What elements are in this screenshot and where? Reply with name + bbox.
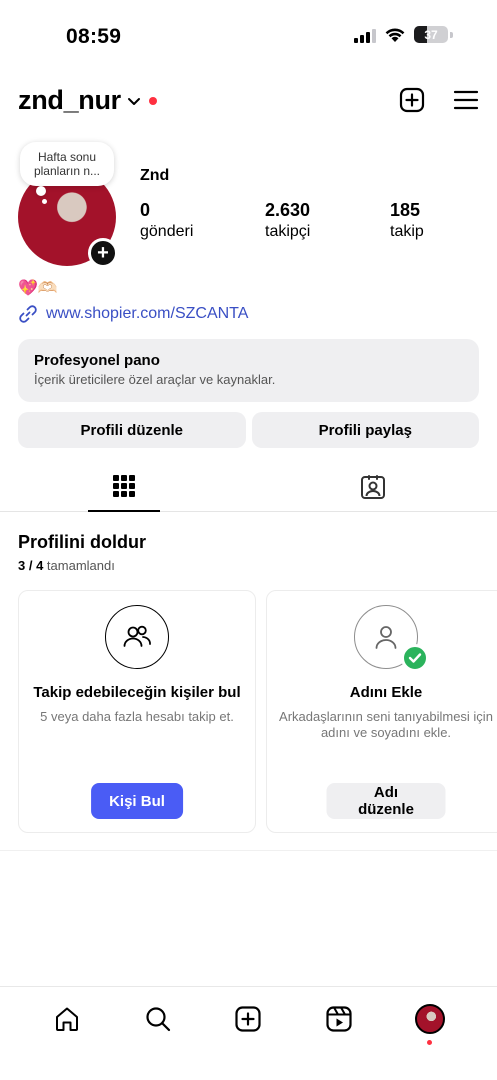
status-time: 08:59 <box>66 25 122 48</box>
bio-link-text[interactable]: www.shopier.com/SZCANTA <box>46 305 248 323</box>
tab-tagged[interactable] <box>249 470 497 511</box>
nav-notification-dot <box>427 1040 433 1045</box>
card-subtitle: 5 veya daha fazla hesabı takip et. <box>40 709 234 724</box>
stat-followers[interactable]: 2.630 takipçi <box>265 200 390 241</box>
chevron-down-icon[interactable] <box>127 97 141 107</box>
add-name-card: Adını Ekle Arkadaşlarının seni tanıyabil… <box>266 590 497 833</box>
battery-icon: 37 <box>414 26 448 43</box>
progress-count: 3 / 4 <box>18 558 44 573</box>
people-icon <box>123 625 151 647</box>
profile-actions: Profili düzenle Profili paylaş <box>18 412 479 448</box>
stat-label: takip <box>390 223 424 240</box>
profile-stats: 0 gönderi 2.630 takipçi 185 takip <box>140 200 497 241</box>
card-title: Adını Ekle <box>349 684 423 701</box>
content-tabs <box>0 470 497 512</box>
progress-label: tamamlandı <box>46 558 115 573</box>
find-people-button[interactable]: Kişi Bul <box>91 783 183 819</box>
card-icon-circle <box>105 605 169 669</box>
menu-icon[interactable] <box>453 89 479 111</box>
nav-home[interactable] <box>49 1001 85 1037</box>
add-story-icon[interactable]: + <box>88 238 118 268</box>
section-divider <box>0 850 497 851</box>
header-actions <box>399 87 479 113</box>
nav-search[interactable] <box>140 1001 176 1037</box>
link-icon <box>19 305 37 323</box>
bio-emoji: 💖🫶🏻 <box>18 280 58 297</box>
status-icons: 37 <box>354 26 453 43</box>
stat-posts[interactable]: 0 gönderi <box>140 200 265 241</box>
full-name: Znd <box>140 167 170 184</box>
create-icon <box>235 1006 262 1032</box>
card-title: Takip edebileceğin kişiler bul <box>33 684 241 701</box>
reels-icon <box>326 1006 352 1032</box>
battery-level: 37 <box>424 27 438 42</box>
battery-cap <box>450 31 453 38</box>
pro-panel-subtitle: İçerik üreticilere özel araçlar ve kayna… <box>34 372 276 387</box>
professional-dashboard[interactable]: Profesyonel pano İçerik üreticilere özel… <box>18 339 479 402</box>
username[interactable]: znd_nur <box>18 85 121 116</box>
edit-name-button[interactable]: Adı düzenle <box>326 783 446 819</box>
notification-dot <box>148 97 157 105</box>
pro-panel-title: Profesyonel pano <box>34 352 160 369</box>
nav-profile[interactable] <box>412 1001 448 1045</box>
stat-label: takipçi <box>265 223 311 240</box>
card-icon-circle <box>354 605 429 672</box>
stat-value: 2.630 <box>265 200 311 220</box>
profile-avatar <box>414 1004 445 1034</box>
signal-icon <box>354 27 376 43</box>
complete-profile-title: Profilini doldur <box>18 532 146 552</box>
stat-following[interactable]: 185 takip <box>390 200 497 241</box>
new-post-icon[interactable] <box>399 87 425 113</box>
stat-value: 0 <box>140 200 151 220</box>
stat-label: gönderi <box>140 223 194 240</box>
home-icon <box>56 1007 79 1031</box>
check-icon <box>401 644 429 672</box>
find-people-card: Takip edebileceğin kişiler bul 5 veya da… <box>18 590 256 833</box>
card-subtitle: Arkadaşlarının seni tanıyabilmesi için a… <box>279 709 493 740</box>
tagged-icon <box>360 475 385 499</box>
status-bar: 08:59 37 <box>0 0 497 72</box>
grid-icon <box>113 475 136 497</box>
note-bubble-tail <box>36 186 46 196</box>
edit-profile-button[interactable]: Profili düzenle <box>18 412 246 448</box>
search-icon <box>146 1007 170 1032</box>
stat-value: 185 <box>390 200 421 220</box>
note-bubble[interactable]: Hafta sonu planların n... <box>20 142 114 186</box>
bio-link[interactable]: www.shopier.com/SZCANTA <box>18 304 248 324</box>
complete-profile-progress: 3 / 4 tamamlandı <box>18 558 115 573</box>
bottom-nav <box>0 986 497 1080</box>
note-bubble-tail-small <box>42 199 47 204</box>
nav-reels[interactable] <box>321 1001 357 1037</box>
share-profile-button[interactable]: Profili paylaş <box>251 412 479 448</box>
person-icon <box>375 626 397 649</box>
wifi-icon <box>385 27 405 42</box>
tab-grid[interactable] <box>0 470 249 512</box>
profile-header: znd_nur <box>18 80 479 120</box>
nav-create[interactable] <box>230 1001 266 1037</box>
